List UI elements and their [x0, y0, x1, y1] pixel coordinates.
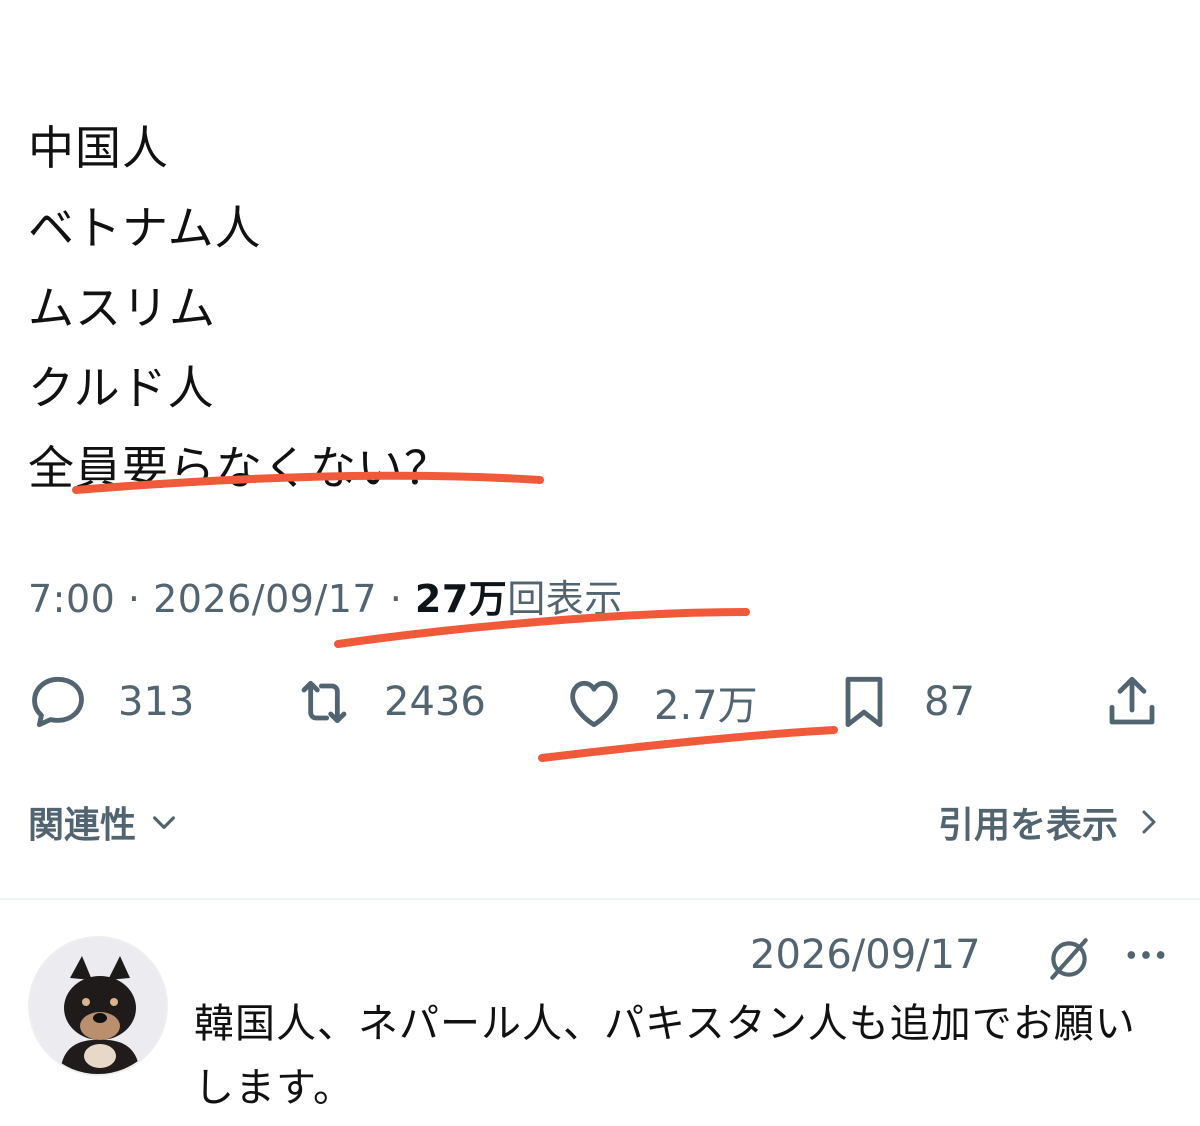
reply-button[interactable]: 313	[26, 662, 194, 742]
bookmark-count: 87	[924, 679, 975, 725]
sort-label: 関連性	[28, 805, 137, 846]
repost-button[interactable]: 2436	[292, 662, 486, 742]
tweet-line: クルド人	[28, 361, 215, 415]
share-icon	[1109, 676, 1155, 725]
like-count: 2.7万	[654, 683, 758, 729]
view-quotes-link[interactable]: 引用を表示	[938, 796, 1164, 848]
share-button[interactable]	[1100, 662, 1164, 742]
bookmark-button[interactable]: 87	[832, 662, 975, 742]
sort-dropdown[interactable]: 関連性	[28, 796, 180, 848]
reply-text: 韓国人、ネパール人、パキスタン人も追加でお願いします。	[194, 1001, 1136, 1111]
view-quotes-label: 引用を表示	[937, 805, 1118, 846]
more-icon[interactable]	[1124, 940, 1168, 970]
chevron-down-icon	[153, 816, 175, 829]
tweet-line: 中国人	[28, 121, 169, 175]
grok-icon[interactable]	[1044, 934, 1094, 984]
tweet-time[interactable]: 7:00	[28, 577, 115, 621]
meta-separator: ·	[115, 577, 154, 621]
reply-icon	[32, 676, 84, 728]
heart-icon	[570, 680, 618, 728]
avatar[interactable]	[28, 936, 168, 1076]
repost-icon	[301, 680, 347, 724]
bookmark-icon	[845, 676, 883, 728]
chevron-right-icon	[1142, 810, 1156, 834]
reply-controls: 関連性 引用を表示	[0, 796, 1200, 856]
tweet-text: 中国人 ベトナム人 ムスリム クルド人 全員要らなくない？	[28, 108, 451, 508]
reply-date[interactable]: 2026/09/17	[750, 932, 981, 978]
reply-item[interactable]: 2026/09/17 韓国人、ネパール人、パキスタン人も追加でお願いします。	[0, 900, 1200, 1126]
action-bar: 313 2436 2.7万 87	[0, 662, 1200, 742]
tweet-line: ベトナム人	[28, 201, 262, 255]
repost-count: 2436	[384, 679, 486, 725]
tweet-line: 全員要らなくない？	[28, 441, 451, 495]
views-label: 回表示	[507, 577, 623, 621]
views-count[interactable]: 27万	[415, 577, 507, 621]
tweet-line: ムスリム	[28, 281, 216, 335]
tweet-meta: 7:00 · 2026/09/17 · 27万回表示	[28, 568, 623, 623]
tweet-date[interactable]: 2026/09/17	[153, 577, 377, 621]
like-button[interactable]: 2.7万	[562, 662, 758, 742]
dog-avatar-image	[30, 938, 166, 1074]
meta-separator: ·	[377, 577, 415, 621]
reply-count: 313	[118, 679, 195, 725]
